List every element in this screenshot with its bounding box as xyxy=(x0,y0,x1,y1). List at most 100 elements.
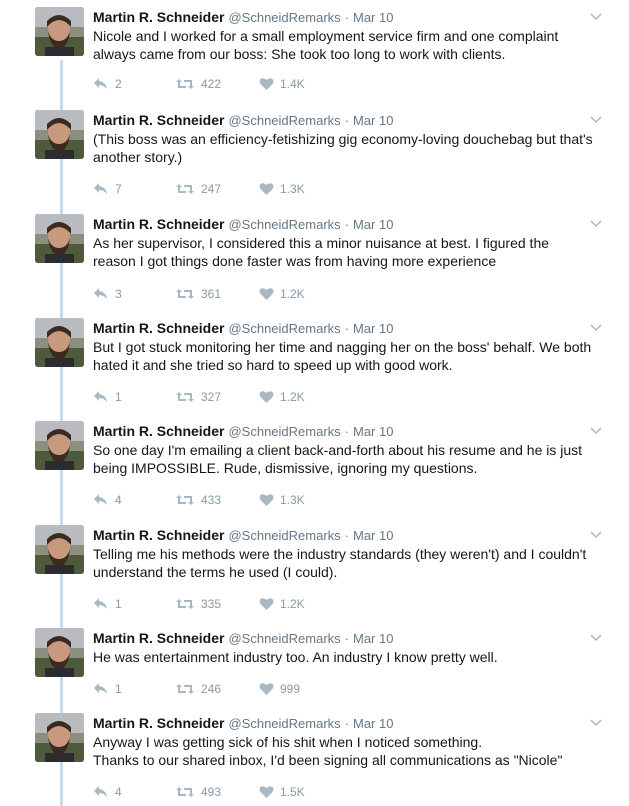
bearded-man-avatar-icon[interactable] xyxy=(35,7,84,56)
tweet-date[interactable]: Mar 10 xyxy=(353,631,393,646)
tweet[interactable]: Martin R. Schneider @SchneidRemarks · Mar 1… xyxy=(0,311,629,411)
retweet-button[interactable]: 327 xyxy=(175,389,221,405)
tweet-date[interactable]: Mar 10 xyxy=(353,528,393,543)
reply-button[interactable]: 1 xyxy=(93,389,122,405)
reply-button[interactable]: 4 xyxy=(93,784,122,800)
retweet-icon xyxy=(175,287,195,301)
bearded-man-avatar-icon[interactable] xyxy=(35,713,84,762)
tweet-date[interactable]: Mar 10 xyxy=(353,10,393,25)
bearded-man-avatar-icon[interactable] xyxy=(35,628,84,677)
reply-button[interactable]: 7 xyxy=(93,181,122,197)
bearded-man-avatar-icon[interactable] xyxy=(35,110,84,159)
tweet-text-line: reason I got things done faster was from… xyxy=(93,253,497,269)
like-button[interactable]: 1.3K xyxy=(259,181,305,197)
like-button[interactable]: 1.2K xyxy=(259,286,305,302)
retweet-button[interactable]: 247 xyxy=(175,181,221,197)
heart-icon xyxy=(259,682,274,696)
like-count: 1.2K xyxy=(280,287,305,301)
author-handle[interactable]: @SchneidRemarks xyxy=(228,217,340,232)
retweet-count: 493 xyxy=(201,785,222,799)
tweet-text-line: He was entertainment industry too. An in… xyxy=(93,649,498,665)
reply-button[interactable]: 1 xyxy=(93,596,122,612)
reply-button[interactable]: 1 xyxy=(93,681,122,697)
tweet[interactable]: Martin R. Schneider @SchneidRemarks · Mar 1… xyxy=(0,414,629,514)
like-button[interactable]: 1.4K xyxy=(259,76,305,92)
author-name[interactable]: Martin R. Schneider xyxy=(93,715,224,731)
tweet-text: Telling me his methods were the industry… xyxy=(93,545,613,581)
bearded-man-avatar-icon[interactable] xyxy=(35,525,84,574)
author-handle[interactable]: @SchneidRemarks xyxy=(228,10,340,25)
retweet-button[interactable]: 361 xyxy=(175,286,221,302)
tweet-date[interactable]: Mar 10 xyxy=(353,217,393,232)
author-name[interactable]: Martin R. Schneider xyxy=(93,320,224,336)
author-handle[interactable]: @SchneidRemarks xyxy=(228,631,340,646)
author-name[interactable]: Martin R. Schneider xyxy=(93,216,224,232)
like-button[interactable]: 1.3K xyxy=(259,492,305,508)
bearded-man-avatar-icon[interactable] xyxy=(35,318,84,367)
reply-icon xyxy=(93,597,109,611)
tweet-text: Nicole and I worked for a small employme… xyxy=(93,27,613,63)
retweet-count: 422 xyxy=(201,77,222,91)
separator-dot: · xyxy=(344,716,349,731)
heart-icon xyxy=(259,390,274,404)
chevron-down-icon[interactable] xyxy=(590,715,602,727)
author-name[interactable]: Martin R. Schneider xyxy=(93,423,224,439)
tweet-text-line: Anyway I was getting sick of his shit wh… xyxy=(93,734,483,750)
chevron-down-icon[interactable] xyxy=(590,320,602,332)
bearded-man-avatar-icon[interactable] xyxy=(35,421,84,470)
heart-icon xyxy=(259,77,274,91)
retweet-button[interactable]: 433 xyxy=(175,492,221,508)
retweet-button[interactable]: 493 xyxy=(175,784,221,800)
tweet-text-line: Telling me his methods were the industry… xyxy=(93,546,587,562)
tweet[interactable]: Martin R. Schneider @SchneidRemarks · Mar 1… xyxy=(0,0,629,100)
retweet-icon xyxy=(175,682,195,696)
retweet-button[interactable]: 246 xyxy=(175,681,221,697)
chevron-down-icon[interactable] xyxy=(590,216,602,228)
tweet-text-line: Nicole and I worked for a small employme… xyxy=(93,28,559,44)
reply-count: 1 xyxy=(115,597,122,611)
chevron-down-icon[interactable] xyxy=(590,423,602,435)
author-handle[interactable]: @SchneidRemarks xyxy=(228,716,340,731)
like-count: 1.5K xyxy=(280,785,305,799)
tweet[interactable]: Martin R. Schneider @SchneidRemarks · Mar 1… xyxy=(0,207,629,307)
reply-button[interactable]: 4 xyxy=(93,492,122,508)
tweet[interactable]: Martin R. Schneider @SchneidRemarks · Mar 1… xyxy=(0,518,629,618)
bearded-man-avatar-icon[interactable] xyxy=(35,214,84,263)
like-button[interactable]: 999 xyxy=(259,681,300,697)
like-button[interactable]: 1.5K xyxy=(259,784,305,800)
author-handle[interactable]: @SchneidRemarks xyxy=(228,424,340,439)
like-button[interactable]: 1.2K xyxy=(259,389,305,405)
tweet[interactable]: Martin R. Schneider @SchneidRemarks · Mar 1… xyxy=(0,103,629,203)
author-name[interactable]: Martin R. Schneider xyxy=(93,527,224,543)
tweet-text: He was entertainment industry too. An in… xyxy=(93,648,613,666)
reply-count: 1 xyxy=(115,390,122,404)
reply-button[interactable]: 3 xyxy=(93,286,122,302)
author-handle[interactable]: @SchneidRemarks xyxy=(228,528,340,543)
retweet-button[interactable]: 422 xyxy=(175,76,221,92)
reply-icon xyxy=(93,682,109,696)
tweet-text-line: always came from our boss: She took too … xyxy=(93,46,506,62)
chevron-down-icon[interactable] xyxy=(590,630,602,642)
tweet-date[interactable]: Mar 10 xyxy=(353,321,393,336)
tweet-date[interactable]: Mar 10 xyxy=(353,716,393,731)
like-count: 999 xyxy=(280,682,301,696)
reply-count: 1 xyxy=(115,682,122,696)
tweet[interactable]: Martin R. Schneider @SchneidRemarks · Mar 1… xyxy=(0,706,629,806)
retweet-icon xyxy=(175,597,195,611)
reply-button[interactable]: 2 xyxy=(93,76,122,92)
tweet-date[interactable]: Mar 10 xyxy=(353,113,393,128)
author-handle[interactable]: @SchneidRemarks xyxy=(228,113,340,128)
retweet-button[interactable]: 335 xyxy=(175,596,221,612)
author-name[interactable]: Martin R. Schneider xyxy=(93,112,224,128)
author-handle[interactable]: @SchneidRemarks xyxy=(228,321,340,336)
tweet-text-line: (This boss was an efficiency-fetishizing… xyxy=(93,131,593,147)
separator-dot: · xyxy=(344,217,349,232)
author-name[interactable]: Martin R. Schneider xyxy=(93,9,224,25)
chevron-down-icon[interactable] xyxy=(590,9,602,21)
like-button[interactable]: 1.2K xyxy=(259,596,305,612)
chevron-down-icon[interactable] xyxy=(590,112,602,124)
tweet-date[interactable]: Mar 10 xyxy=(353,424,393,439)
separator-dot: · xyxy=(344,113,349,128)
author-name[interactable]: Martin R. Schneider xyxy=(93,630,224,646)
chevron-down-icon[interactable] xyxy=(590,527,602,539)
